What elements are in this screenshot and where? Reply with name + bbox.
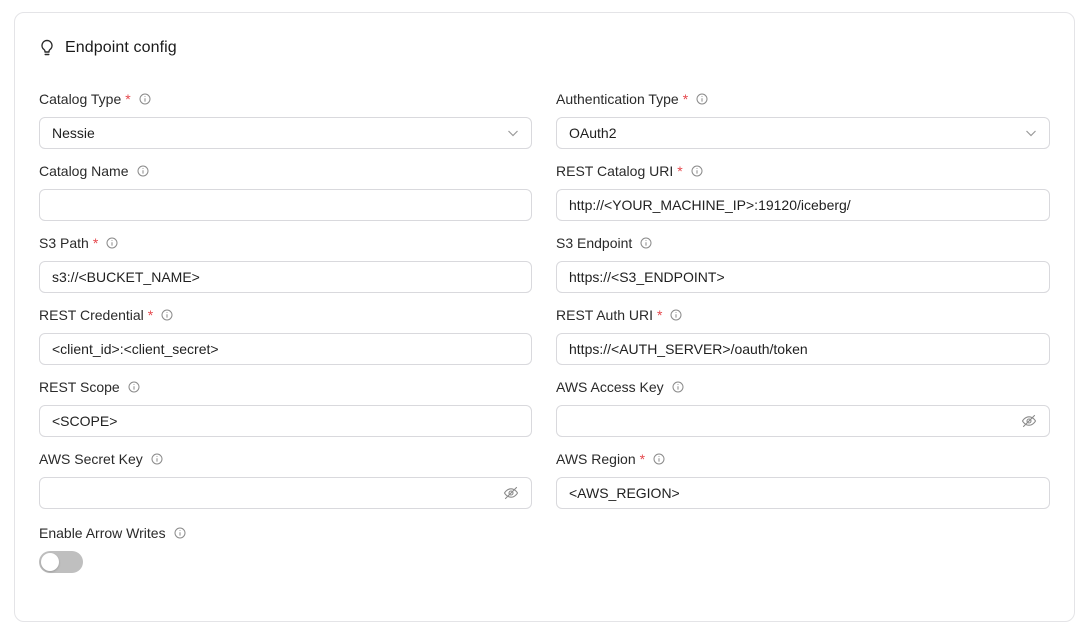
- card-header: Endpoint config: [39, 39, 177, 57]
- s3-endpoint-input[interactable]: https://<S3_ENDPOINT>: [556, 261, 1050, 293]
- info-icon[interactable]: [670, 309, 682, 321]
- required-marker: *: [147, 307, 154, 323]
- lightbulb-icon: [39, 39, 55, 57]
- rest-credential-field: REST Credential * <client_id>:<client_se…: [39, 305, 532, 377]
- auth-type-select[interactable]: OAuth2: [556, 117, 1050, 149]
- auth-type-value: OAuth2: [569, 125, 617, 141]
- s3-path-value: s3://<BUCKET_NAME>: [52, 269, 200, 285]
- aws-region-field: AWS Region * <AWS_REGION>: [556, 449, 1050, 521]
- catalog-type-label: Catalog Type: [39, 91, 122, 107]
- card-title: Endpoint config: [65, 39, 177, 56]
- chevron-down-icon: [507, 129, 519, 137]
- endpoint-config-card: Endpoint config Catalog Type * Nessie Au…: [14, 12, 1075, 622]
- catalog-name-label: Catalog Name: [39, 163, 129, 179]
- eye-off-icon[interactable]: [503, 486, 519, 500]
- info-icon[interactable]: [640, 237, 652, 249]
- rest-scope-value: <SCOPE>: [52, 413, 118, 429]
- auth-type-field: Authentication Type * OAuth2: [556, 89, 1050, 161]
- s3-path-input[interactable]: s3://<BUCKET_NAME>: [39, 261, 532, 293]
- rest-credential-value: <client_id>:<client_secret>: [52, 341, 219, 357]
- s3-endpoint-field: S3 Endpoint https://<S3_ENDPOINT>: [556, 233, 1050, 305]
- s3-path-field: S3 Path * s3://<BUCKET_NAME>: [39, 233, 532, 305]
- rest-scope-label: REST Scope: [39, 379, 120, 395]
- catalog-name-input[interactable]: [39, 189, 532, 221]
- rest-auth-uri-value: https://<AUTH_SERVER>/oauth/token: [569, 341, 808, 357]
- info-icon[interactable]: [128, 381, 140, 393]
- info-icon[interactable]: [137, 165, 149, 177]
- aws-region-value: <AWS_REGION>: [569, 485, 680, 501]
- rest-catalog-uri-value: http://<YOUR_MACHINE_IP>:19120/iceberg/: [569, 197, 851, 213]
- rest-auth-uri-label: REST Auth URI: [556, 307, 654, 323]
- catalog-name-field: Catalog Name: [39, 161, 532, 233]
- rest-credential-input[interactable]: <client_id>:<client_secret>: [39, 333, 532, 365]
- required-marker: *: [92, 235, 99, 251]
- aws-secret-key-label: AWS Secret Key: [39, 451, 143, 467]
- toggle-knob: [41, 553, 59, 571]
- enable-arrow-writes-label: Enable Arrow Writes: [39, 525, 166, 541]
- enable-arrow-writes-field: Enable Arrow Writes: [39, 521, 532, 593]
- info-icon[interactable]: [151, 453, 163, 465]
- config-form: Catalog Type * Nessie Authentication Typ…: [39, 89, 1050, 593]
- rest-auth-uri-field: REST Auth URI * https://<AUTH_SERVER>/oa…: [556, 305, 1050, 377]
- required-marker: *: [657, 307, 663, 323]
- aws-region-label: AWS Region: [556, 451, 636, 467]
- enable-arrow-writes-toggle[interactable]: [39, 551, 83, 573]
- aws-access-key-label: AWS Access Key: [556, 379, 664, 395]
- info-icon[interactable]: [139, 93, 151, 105]
- chevron-down-icon: [1025, 129, 1037, 137]
- aws-access-key-input[interactable]: [556, 405, 1050, 437]
- required-marker: *: [639, 451, 646, 467]
- rest-scope-input[interactable]: <SCOPE>: [39, 405, 532, 437]
- rest-credential-label: REST Credential: [39, 307, 144, 323]
- info-icon[interactable]: [106, 237, 118, 249]
- auth-type-label: Authentication Type: [556, 91, 679, 107]
- catalog-type-value: Nessie: [52, 125, 95, 141]
- aws-region-input[interactable]: <AWS_REGION>: [556, 477, 1050, 509]
- info-icon[interactable]: [691, 165, 703, 177]
- rest-scope-field: REST Scope <SCOPE>: [39, 377, 532, 449]
- aws-secret-key-input[interactable]: [39, 477, 532, 509]
- rest-catalog-uri-field: REST Catalog URI * http://<YOUR_MACHINE_…: [556, 161, 1050, 233]
- eye-off-icon[interactable]: [1021, 414, 1037, 428]
- required-marker: *: [125, 91, 131, 107]
- s3-path-label: S3 Path: [39, 235, 89, 251]
- rest-catalog-uri-label: REST Catalog URI: [556, 163, 674, 179]
- aws-access-key-field: AWS Access Key: [556, 377, 1050, 449]
- required-marker: *: [677, 163, 683, 179]
- s3-endpoint-label: S3 Endpoint: [556, 235, 633, 251]
- rest-catalog-uri-input[interactable]: http://<YOUR_MACHINE_IP>:19120/iceberg/: [556, 189, 1050, 221]
- info-icon[interactable]: [672, 381, 684, 393]
- rest-auth-uri-input[interactable]: https://<AUTH_SERVER>/oauth/token: [556, 333, 1050, 365]
- catalog-type-select[interactable]: Nessie: [39, 117, 532, 149]
- info-icon[interactable]: [161, 309, 173, 321]
- s3-endpoint-value: https://<S3_ENDPOINT>: [569, 269, 725, 285]
- info-icon[interactable]: [696, 93, 708, 105]
- info-icon[interactable]: [653, 453, 665, 465]
- catalog-type-field: Catalog Type * Nessie: [39, 89, 532, 161]
- required-marker: *: [682, 91, 689, 107]
- info-icon[interactable]: [174, 527, 186, 539]
- aws-secret-key-field: AWS Secret Key: [39, 449, 532, 521]
